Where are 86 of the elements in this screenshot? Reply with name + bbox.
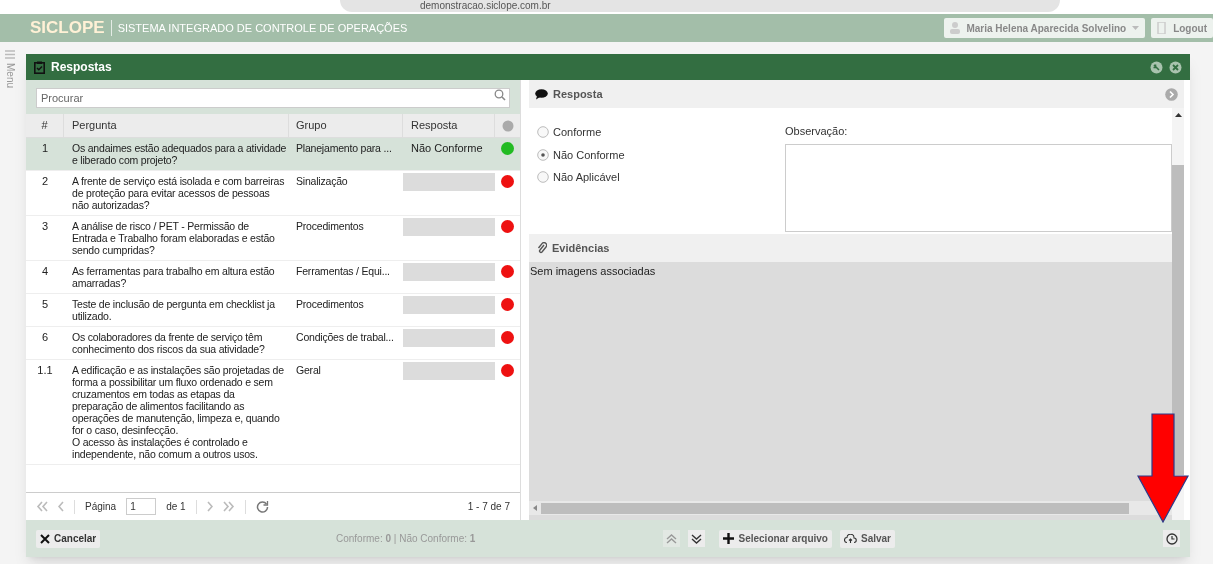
group-text: Sinalização bbox=[296, 175, 348, 187]
row-number: 5 bbox=[41, 298, 49, 310]
radio-button[interactable] bbox=[537, 148, 549, 161]
next-page-icon[interactable] bbox=[206, 501, 213, 512]
radio-button[interactable] bbox=[537, 171, 549, 184]
question-text: Teste de inclusão de pergunta em checklist ja utilizado. bbox=[72, 298, 275, 322]
table-row[interactable]: 6 Os colaboradores da frente de serviço têm conhecimento dos riscos da sua atividade? Condições de trabal... bbox=[26, 327, 520, 360]
question-text: Os andaimes estão adequados para a atividade e liberado com projeto? bbox=[72, 142, 287, 166]
row-number: 6 bbox=[41, 331, 49, 343]
scroll-left-icon[interactable] bbox=[533, 505, 537, 511]
row-number: 2 bbox=[41, 175, 49, 187]
radio-option[interactable]: Conforme bbox=[537, 124, 785, 141]
first-page-icon[interactable] bbox=[36, 501, 48, 512]
radio-option[interactable]: Não Aplicável bbox=[537, 169, 785, 186]
page-input[interactable]: 1 bbox=[126, 498, 157, 515]
app-subtitle: SISTEMA INTEGRADO DE CONTROLE DE OPERAÇÕES bbox=[117, 20, 408, 36]
history-button[interactable] bbox=[1163, 530, 1180, 547]
save-button[interactable]: Salvar bbox=[839, 529, 895, 548]
group-text: Ferramentas / Equi... bbox=[296, 265, 390, 277]
logo-text: SICLOPE bbox=[30, 17, 105, 40]
question-text: A frente de serviço está isolada e com barreiras de proteção para evitar acessos de pessoas não autorizadas? bbox=[72, 175, 285, 211]
column-header[interactable]: # bbox=[26, 114, 64, 137]
group-text: Condições de trabal... bbox=[296, 331, 394, 343]
question-text: Os colaboradores da frente de serviço têm conhecimento dos riscos da sua atividade? bbox=[72, 331, 265, 355]
select-file-button[interactable]: Selecionar arquivo bbox=[719, 529, 832, 548]
page-label: Página bbox=[85, 500, 117, 514]
clock-icon bbox=[1165, 532, 1178, 545]
answer-text: Não Conforme bbox=[410, 141, 484, 154]
table-row[interactable]: 2 A frente de serviço está isolada e com barreiras de proteção para evitar acessos de pessoas não autorizadas? Sinalização bbox=[26, 171, 520, 216]
previous-page-icon[interactable] bbox=[58, 501, 64, 512]
move-up-button[interactable] bbox=[663, 530, 681, 547]
address-bar-url[interactable]: demonstracao.siclope.com.br bbox=[420, 1, 551, 11]
table-row[interactable]: 1 Os andaimes estão adequados para a atividade e liberado com projeto? Planejamento para ... Não Conforme bbox=[26, 138, 520, 171]
table-row[interactable]: 3 A análise de risco / PET - Permissão de Entrada e Trabalho foram elaboradas e estão sendo cumpridas? Procedimentos bbox=[26, 216, 520, 261]
speech-bubble-icon bbox=[535, 88, 548, 100]
status-icon[interactable] bbox=[501, 119, 514, 132]
table-row[interactable] bbox=[26, 360, 520, 465]
column-header[interactable]: Grupo bbox=[289, 114, 403, 137]
section-title: Evidências bbox=[552, 240, 610, 256]
group-text: Planejamento para ... bbox=[296, 142, 392, 154]
question-text: A análise de risco / PET - Permissão de Entrada e Trabalho foram elaboradas e estão sendo cumpridas? bbox=[72, 220, 275, 256]
cancel-button[interactable]: Cancelar bbox=[36, 529, 101, 548]
question-text: A edificação e as instalações são projetadas de forma a possibilitar um fluxo ordenado e sem cruzamentos em todas as etapas da preparação de alimentos facilitando as operações de manutenção, limpeza e, quando for o caso, desinfecção. O acesso às instalações é controlado e independente, não comum a outros usos. bbox=[72, 364, 284, 460]
group-text: Procedimentos bbox=[296, 220, 364, 232]
caret-icon bbox=[1132, 26, 1140, 30]
search-field[interactable]: Procurar bbox=[36, 88, 510, 108]
observation-label: Observação: bbox=[785, 124, 849, 139]
menu-icon[interactable] bbox=[5, 50, 15, 59]
plus-icon bbox=[723, 533, 735, 544]
page-count: de 1 bbox=[166, 500, 186, 514]
section-title: Resposta bbox=[553, 86, 603, 102]
column-header[interactable]: Resposta bbox=[403, 114, 495, 137]
refresh-icon[interactable] bbox=[255, 500, 269, 513]
row-number: 1 bbox=[41, 142, 49, 154]
observation-field[interactable] bbox=[785, 143, 1172, 232]
question-text: As ferramentas para trabalho em altura estão amarradas? bbox=[72, 265, 275, 289]
column-header[interactable]: Pergunta bbox=[64, 114, 289, 137]
close-icon[interactable] bbox=[1169, 60, 1182, 74]
close-icon bbox=[40, 533, 50, 544]
double-chevron-down-icon bbox=[691, 533, 703, 544]
empty-message: Sem imagens associadas bbox=[529, 264, 657, 279]
record-range: 1 - 7 de 7 bbox=[467, 500, 510, 514]
cloud-upload-icon bbox=[843, 533, 857, 544]
chevron-right-icon[interactable] bbox=[1165, 87, 1178, 101]
radio-option[interactable]: Não Conforme bbox=[537, 146, 785, 163]
last-page-icon[interactable] bbox=[222, 501, 235, 512]
double-chevron-up-icon bbox=[666, 533, 678, 544]
table-row[interactable]: 4 As ferramentas para trabalho em altura estão amarradas? Ferramentas / Equi... bbox=[26, 261, 520, 294]
table-row[interactable]: 5 Teste de inclusão de pergunta em checklist ja utilizado. Procedimentos bbox=[26, 294, 520, 327]
horizontal-scrollbar[interactable] bbox=[541, 502, 1129, 514]
group-text: Procedimentos bbox=[296, 298, 364, 310]
door-icon bbox=[1157, 22, 1168, 34]
modal-title: Respostas bbox=[51, 59, 112, 76]
group-text: Geral bbox=[296, 364, 321, 376]
clipboard-check-icon bbox=[34, 60, 45, 74]
search-icon bbox=[494, 89, 506, 101]
move-down-button[interactable] bbox=[688, 530, 706, 547]
scroll-up-icon[interactable] bbox=[1174, 113, 1182, 117]
row-number: 4 bbox=[41, 265, 49, 277]
paperclip-icon bbox=[537, 242, 547, 254]
radio-button[interactable] bbox=[537, 126, 549, 139]
user-icon bbox=[950, 22, 961, 34]
row-number: 1.1 bbox=[37, 364, 53, 376]
answer-summary: Conforme: 0 | Não Conforme: 1 bbox=[336, 532, 476, 546]
row-number: 3 bbox=[41, 220, 49, 232]
vertical-scrollbar[interactable] bbox=[1172, 165, 1184, 475]
